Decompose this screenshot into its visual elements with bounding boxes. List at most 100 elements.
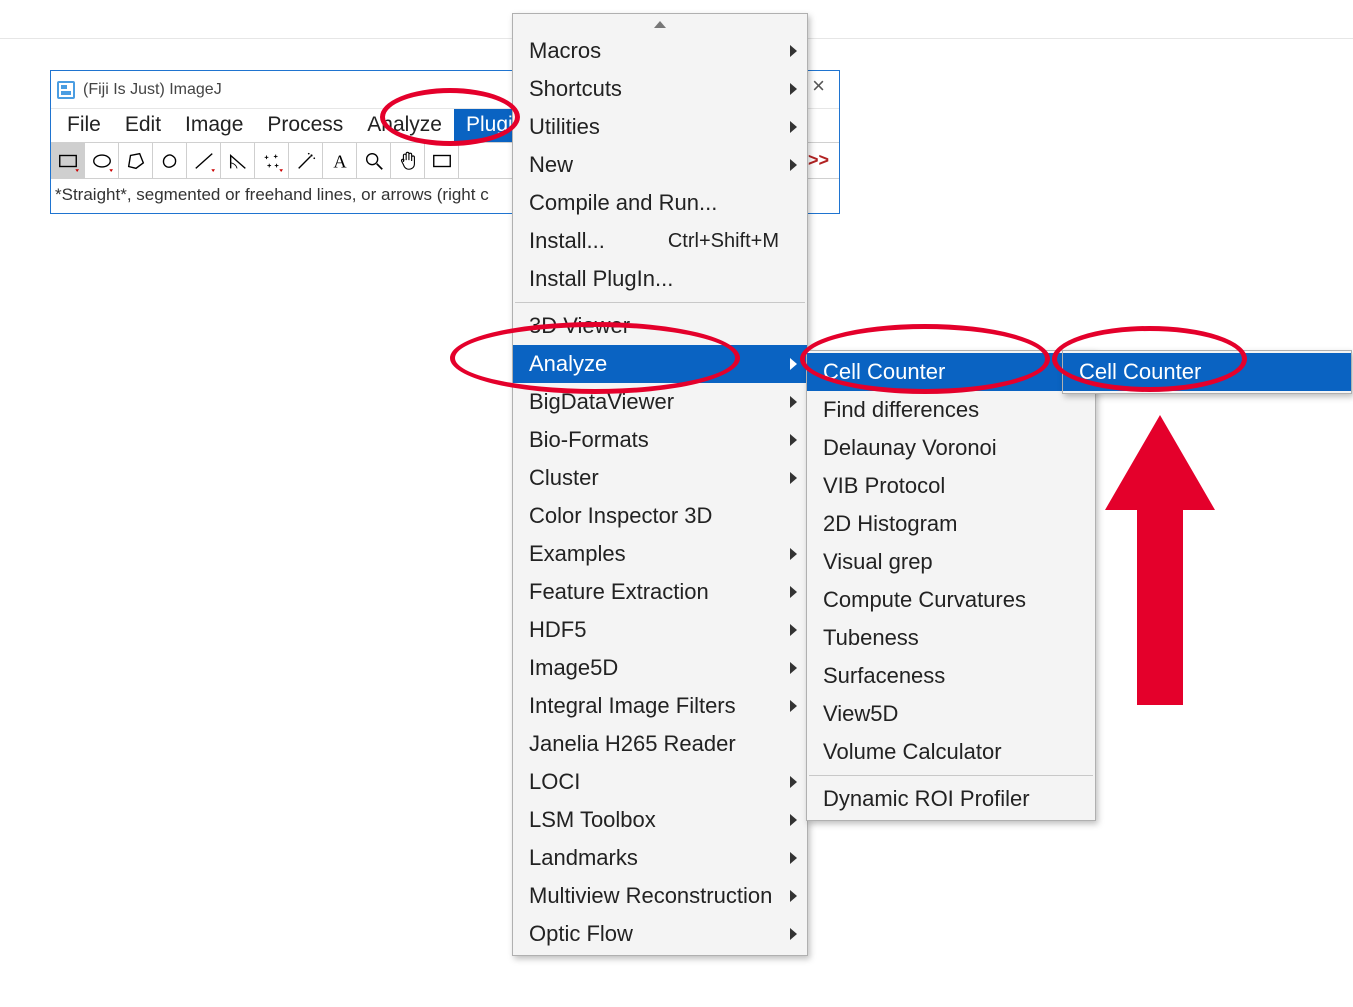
plugins-item-landmarks[interactable]: Landmarks <box>513 839 807 877</box>
menu-item-label: Install PlugIn... <box>529 266 673 292</box>
plugins-item-hdf5[interactable]: HDF5 <box>513 611 807 649</box>
menu-item-label: Multiview Reconstruction <box>529 883 772 909</box>
plugins-item-color-inspector-3d[interactable]: Color Inspector 3D <box>513 497 807 535</box>
cellcounter-item-cell-counter[interactable]: Cell Counter <box>1063 353 1351 391</box>
rect2-tool[interactable] <box>425 143 459 179</box>
cellcounter-submenu: Cell Counter <box>1062 350 1352 394</box>
menu-item-label: Tubeness <box>823 625 919 651</box>
menu-item-label: Image5D <box>529 655 618 681</box>
menu-item-label: Optic Flow <box>529 921 633 947</box>
plugins-item-install-plugin[interactable]: Install PlugIn... <box>513 260 807 298</box>
zoom-tool[interactable] <box>357 143 391 179</box>
plugins-item-janelia-h265-reader[interactable]: Janelia H265 Reader <box>513 725 807 763</box>
submenu-arrow-icon <box>790 472 797 484</box>
submenu-arrow-icon <box>790 814 797 826</box>
close-button[interactable]: × <box>806 75 831 97</box>
plugins-item-separator <box>515 302 805 303</box>
oval-select-tool[interactable] <box>85 143 119 179</box>
submenu-arrow-icon <box>790 662 797 674</box>
angle-tool[interactable] <box>221 143 255 179</box>
plugins-item-feature-extraction[interactable]: Feature Extraction <box>513 573 807 611</box>
plugins-item-shortcuts[interactable]: Shortcuts <box>513 70 807 108</box>
plugins-item-integral-image-filters[interactable]: Integral Image Filters <box>513 687 807 725</box>
submenu-arrow-icon <box>790 396 797 408</box>
analyze-item-tubeness[interactable]: Tubeness <box>807 619 1095 657</box>
menu-scroll-up-icon[interactable] <box>513 16 807 32</box>
plugins-item-3d-viewer[interactable]: 3D Viewer <box>513 307 807 345</box>
menu-item-label: Compute Curvatures <box>823 587 1026 613</box>
hand-tool[interactable] <box>391 143 425 179</box>
fiji-logo-icon <box>57 81 75 99</box>
menu-item-label: Visual grep <box>823 549 933 575</box>
submenu-arrow-icon <box>790 852 797 864</box>
menu-item-label: Examples <box>529 541 626 567</box>
menu-item-label: Landmarks <box>529 845 638 871</box>
menu-item-label: Volume Calculator <box>823 739 1002 765</box>
rect-select-tool[interactable] <box>51 143 85 179</box>
submenu-arrow-icon <box>790 928 797 940</box>
menu-item-label: 3D Viewer <box>529 313 630 339</box>
big-red-arrow-icon <box>1105 415 1215 705</box>
freehand-select-tool[interactable] <box>153 143 187 179</box>
menu-item-label: Cell Counter <box>1079 359 1201 385</box>
submenu-arrow-icon <box>790 121 797 133</box>
menu-analyze[interactable]: Analyze <box>355 109 454 142</box>
analyze-item-dynamic-roi-profiler[interactable]: Dynamic ROI Profiler <box>807 780 1095 818</box>
plugins-item-new[interactable]: New <box>513 146 807 184</box>
wand-tool[interactable] <box>289 143 323 179</box>
submenu-arrow-icon <box>790 159 797 171</box>
submenu-arrow-icon <box>790 776 797 788</box>
menu-item-label: Compile and Run... <box>529 190 717 216</box>
plugins-item-analyze[interactable]: Analyze <box>513 345 807 383</box>
menu-edit[interactable]: Edit <box>113 109 173 142</box>
plugins-item-bio-formats[interactable]: Bio-Formats <box>513 421 807 459</box>
analyze-item-vib-protocol[interactable]: VIB Protocol <box>807 467 1095 505</box>
analyze-item-compute-curvatures[interactable]: Compute Curvatures <box>807 581 1095 619</box>
analyze-submenu: Cell CounterFind differences Delaunay Vor… <box>806 350 1096 821</box>
menu-item-label: LOCI <box>529 769 580 795</box>
plugins-item-image5d[interactable]: Image5D <box>513 649 807 687</box>
analyze-item-view5d[interactable]: View5D <box>807 695 1095 733</box>
submenu-arrow-icon <box>790 586 797 598</box>
plugins-item-utilities[interactable]: Utilities <box>513 108 807 146</box>
menu-item-label: Analyze <box>529 351 607 377</box>
analyze-item-visual-grep[interactable]: Visual grep <box>807 543 1095 581</box>
analyze-item-find-differences[interactable]: Find differences <box>807 391 1095 429</box>
point-tool[interactable] <box>255 143 289 179</box>
plugins-item-examples[interactable]: Examples <box>513 535 807 573</box>
analyze-item-delaunay-voronoi[interactable]: Delaunay Voronoi <box>807 429 1095 467</box>
menu-item-label: Delaunay Voronoi <box>823 435 997 461</box>
plugins-item-compile-and-run[interactable]: Compile and Run... <box>513 184 807 222</box>
plugins-item-cluster[interactable]: Cluster <box>513 459 807 497</box>
analyze-item-surfaceness[interactable]: Surfaceness <box>807 657 1095 695</box>
menu-file[interactable]: File <box>55 109 113 142</box>
submenu-arrow-icon <box>790 83 797 95</box>
plugins-item-lsm-toolbox[interactable]: LSM Toolbox <box>513 801 807 839</box>
analyze-item-cell-counter[interactable]: Cell Counter <box>807 353 1095 391</box>
plugins-item-multiview-reconstruction[interactable]: Multiview Reconstruction <box>513 877 807 915</box>
polygon-select-tool[interactable] <box>119 143 153 179</box>
plugins-item-bigdataviewer[interactable]: BigDataViewer <box>513 383 807 421</box>
menu-item-label: Bio-Formats <box>529 427 649 453</box>
menu-item-label: Utilities <box>529 114 600 140</box>
line-tool[interactable] <box>187 143 221 179</box>
menu-item-label: Feature Extraction <box>529 579 709 605</box>
plugins-menu: MacrosShortcuts Utilities New Compile and R… <box>512 13 808 956</box>
menu-item-label: Dynamic ROI Profiler <box>823 786 1030 812</box>
menu-process[interactable]: Process <box>255 109 355 142</box>
window-title: (Fiji Is Just) ImageJ <box>83 81 222 99</box>
menu-item-label: Janelia H265 Reader <box>529 731 736 757</box>
menu-item-label: Surfaceness <box>823 663 945 689</box>
plugins-item-macros[interactable]: Macros <box>513 32 807 70</box>
menu-item-label: BigDataViewer <box>529 389 674 415</box>
text-tool[interactable]: A <box>323 143 357 179</box>
submenu-arrow-icon <box>790 45 797 57</box>
analyze-item-2d-histogram[interactable]: 2D Histogram <box>807 505 1095 543</box>
menu-item-label: LSM Toolbox <box>529 807 656 833</box>
plugins-item-optic-flow[interactable]: Optic Flow <box>513 915 807 953</box>
plugins-item-install[interactable]: Install...Ctrl+Shift+M <box>513 222 807 260</box>
menu-image[interactable]: Image <box>173 109 255 142</box>
analyze-item-volume-calculator[interactable]: Volume Calculator <box>807 733 1095 771</box>
plugins-item-loci[interactable]: LOCI <box>513 763 807 801</box>
submenu-arrow-icon <box>790 358 797 370</box>
